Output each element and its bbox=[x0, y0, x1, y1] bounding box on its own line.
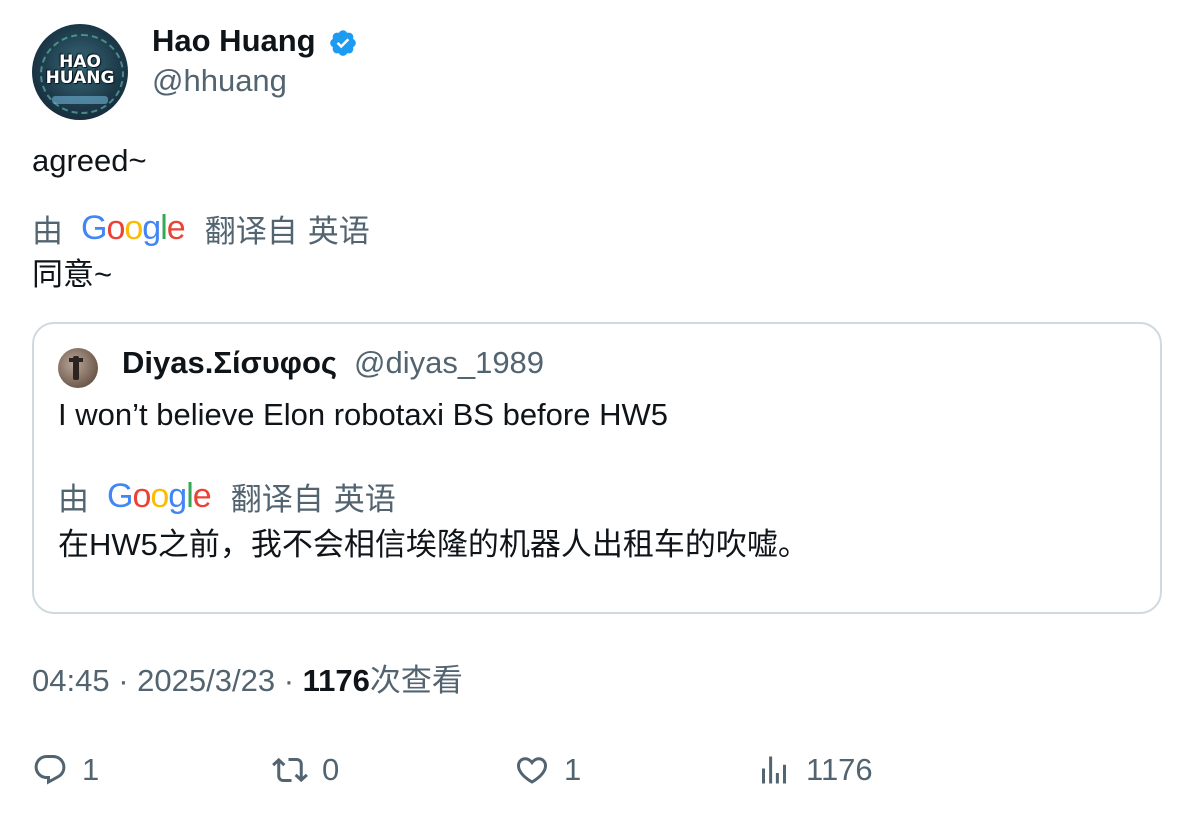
views-count-action: 1176 bbox=[806, 752, 873, 787]
translated-by-label: 由 bbox=[32, 213, 63, 249]
google-logo: Google bbox=[107, 476, 212, 515]
source-language: 英语 bbox=[333, 481, 396, 517]
separator: · bbox=[118, 663, 129, 698]
reply-count: 1 bbox=[82, 752, 100, 787]
avatar-logo-text: HAO HUANG bbox=[45, 52, 115, 88]
translated-from-label: 翻译自 bbox=[204, 213, 298, 249]
action-bar: 1 0 1 1176 bbox=[0, 748, 1196, 796]
verified-badge-icon bbox=[330, 30, 356, 56]
author-avatar[interactable]: HAO HUANG bbox=[32, 24, 128, 120]
quoted-translation-attribution: 由 Google 翻译自 英语 bbox=[58, 476, 396, 517]
translated-by-label: 由 bbox=[58, 481, 89, 517]
views-label: 次查看 bbox=[369, 663, 463, 698]
tweet-time[interactable]: 04:45 bbox=[32, 663, 110, 698]
heart-icon bbox=[516, 757, 548, 784]
separator: · bbox=[283, 663, 295, 698]
retweet-icon bbox=[272, 757, 308, 783]
translated-tweet-text: 同意~ bbox=[32, 257, 113, 292]
views-count: 1176 bbox=[302, 663, 370, 698]
source-language: 英语 bbox=[307, 213, 370, 249]
reply-icon bbox=[34, 755, 66, 785]
quoted-translated-text: 在HW5之前，我不会相信埃隆的机器人出租车的吹嘘。 bbox=[58, 527, 809, 562]
quoted-tweet-card[interactable]: Diyas.Σίσυφος @diyas_1989 I won’t believ… bbox=[32, 322, 1162, 614]
quoted-author-handle: @diyas_1989 bbox=[354, 345, 545, 380]
views-button[interactable]: 1176 bbox=[756, 748, 873, 792]
author-name[interactable]: Hao Huang bbox=[152, 22, 316, 60]
like-button[interactable]: 1 bbox=[514, 748, 581, 792]
google-logo: Google bbox=[81, 208, 186, 247]
avatar-decoration bbox=[52, 96, 108, 104]
retweet-button[interactable]: 0 bbox=[272, 748, 339, 792]
quoted-tweet-text: I won’t believe Elon robotaxi BS before … bbox=[58, 397, 668, 432]
author-handle[interactable]: @hhuang bbox=[152, 62, 287, 100]
translated-from-label: 翻译自 bbox=[230, 481, 324, 517]
like-count: 1 bbox=[564, 752, 582, 787]
tweet-meta: 04:45 · 2025/3/23 · 1176次查看 bbox=[32, 662, 463, 700]
tweet-text: agreed~ bbox=[32, 143, 147, 178]
quoted-author-name: Diyas.Σίσυφος bbox=[122, 345, 338, 380]
tweet-date[interactable]: 2025/3/23 bbox=[137, 663, 275, 698]
retweet-count: 0 bbox=[322, 752, 340, 787]
translation-attribution: 由 Google 翻译自 英语 bbox=[32, 208, 370, 249]
analytics-icon bbox=[762, 756, 786, 784]
reply-button[interactable]: 1 bbox=[32, 748, 99, 792]
quoted-author-avatar bbox=[58, 348, 98, 388]
